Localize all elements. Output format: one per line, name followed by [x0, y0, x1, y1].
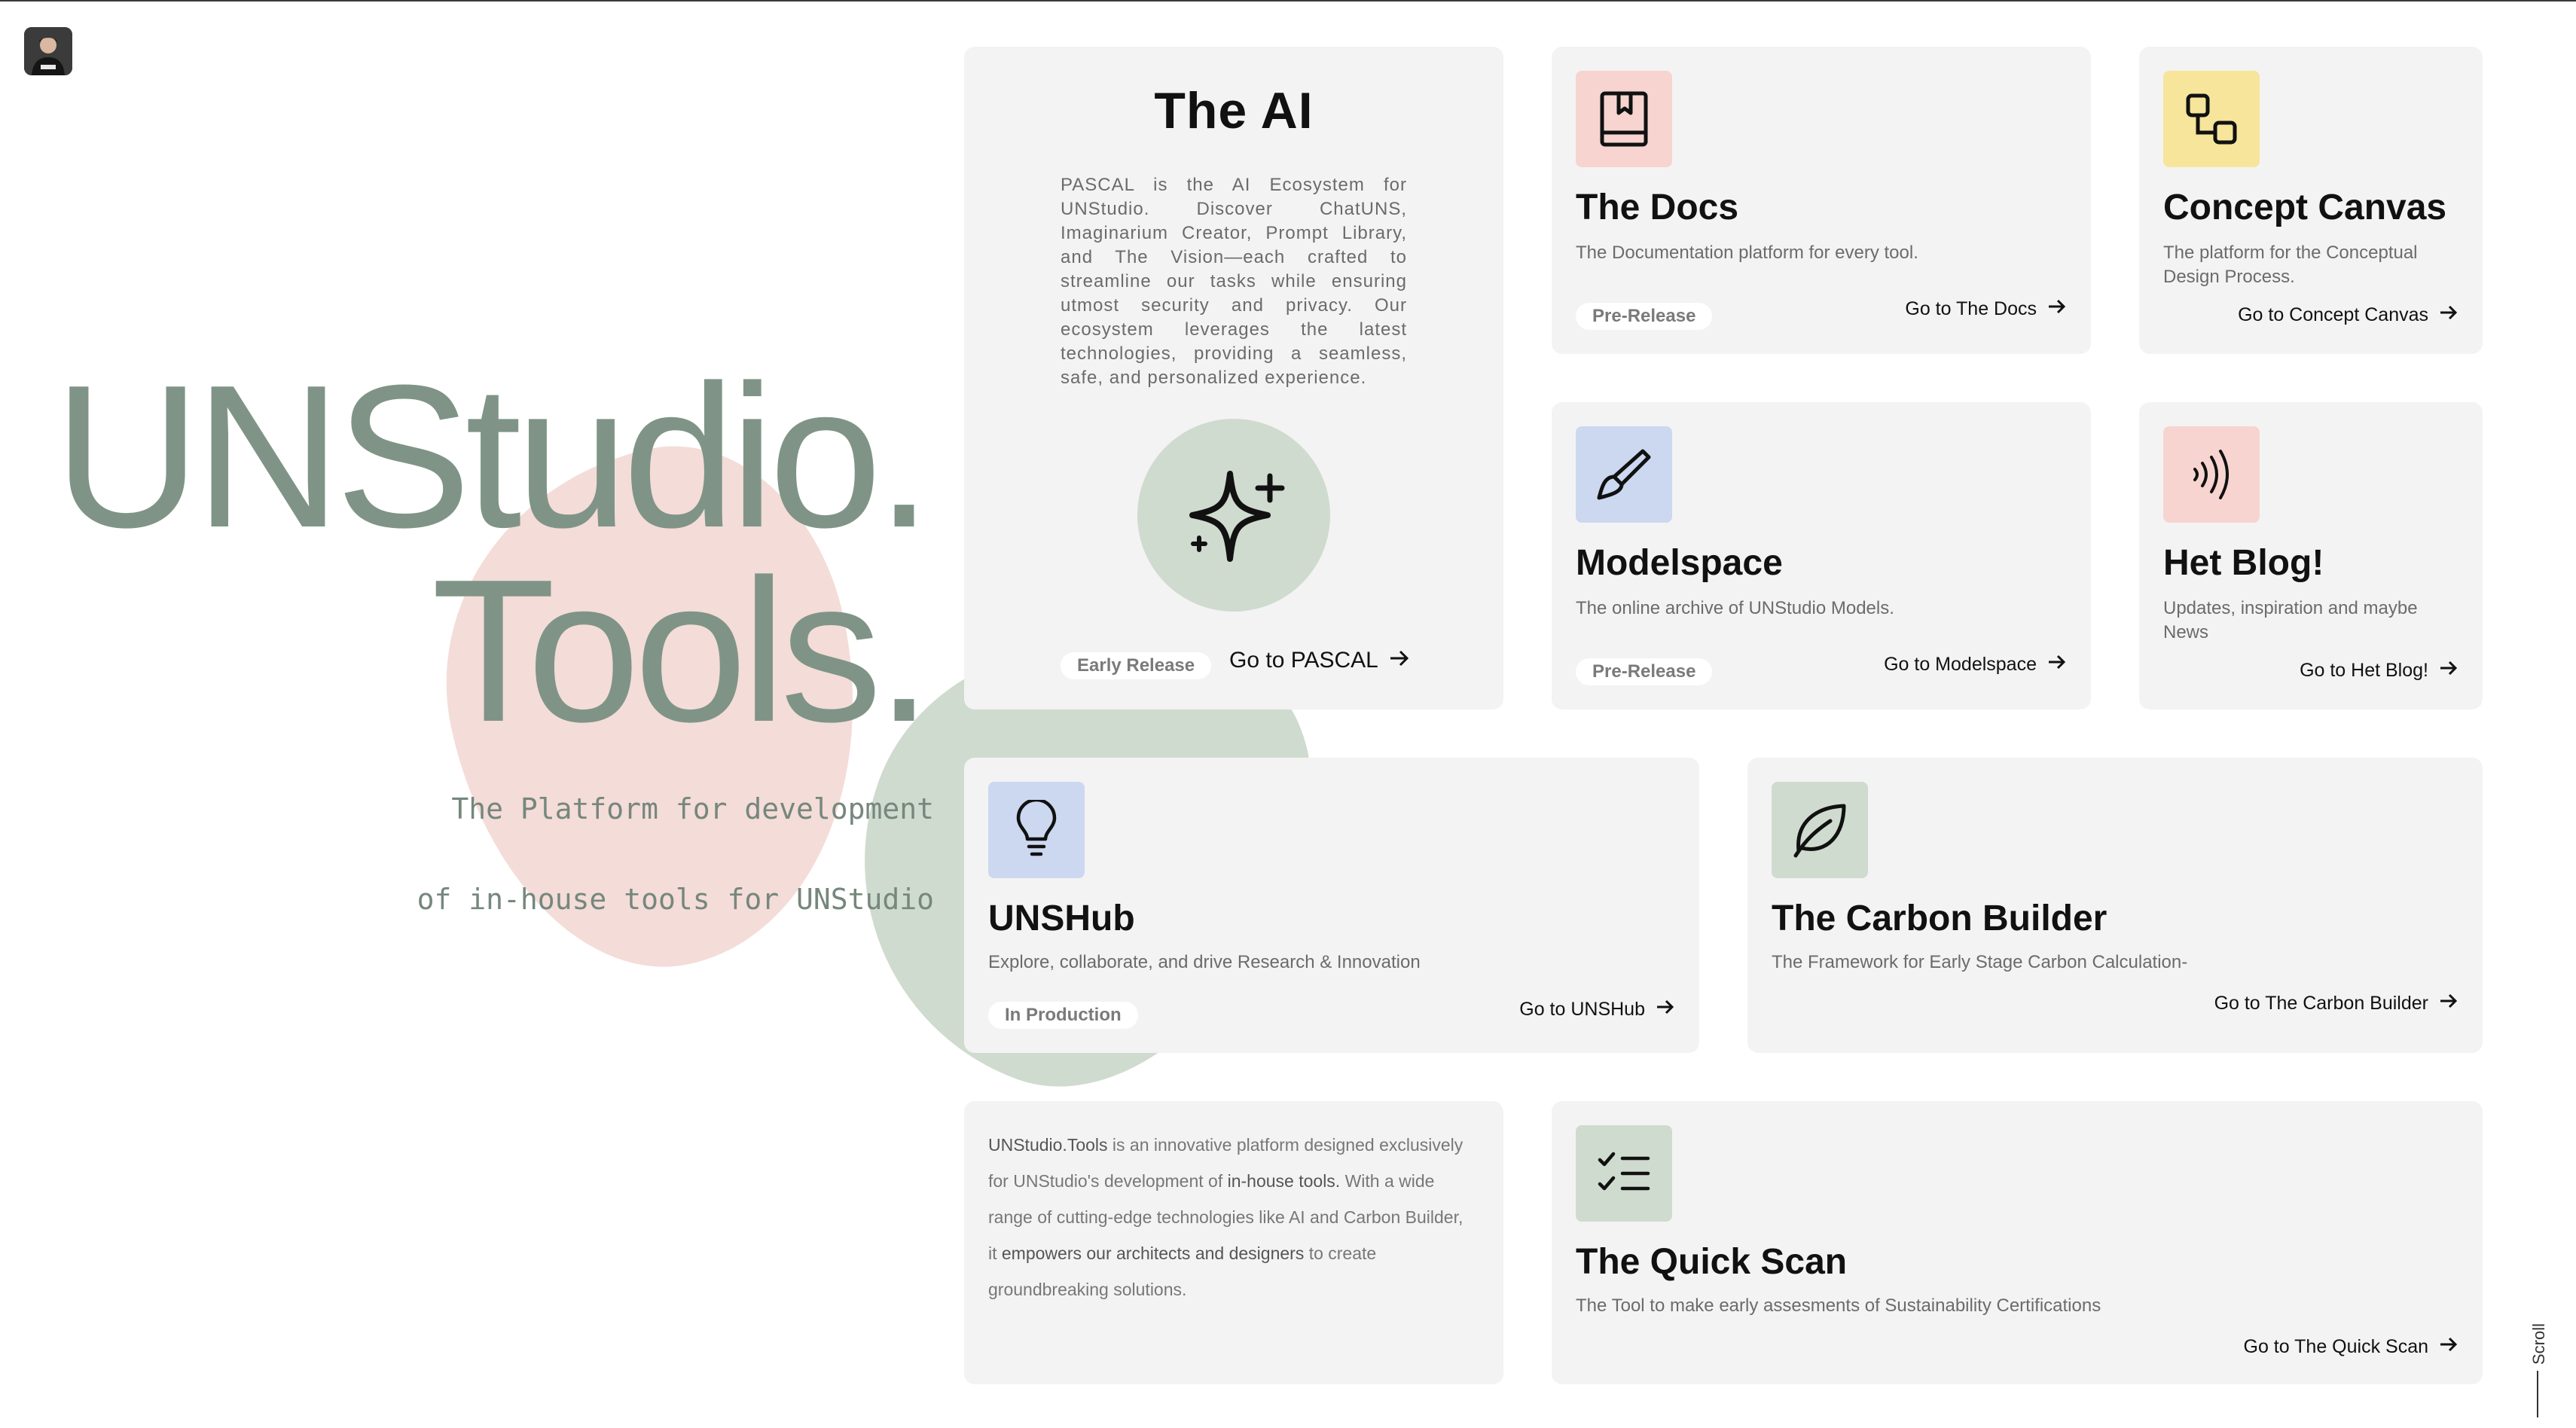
go-to-unshub-label: Go to UNSHub	[1519, 999, 1645, 1020]
modelspace-card: Modelspace The online archive of UNStudi…	[1552, 402, 2091, 709]
arrow-right-icon	[2439, 660, 2458, 682]
checklist-icon	[1598, 1152, 1650, 1191]
concept-icon-box	[2163, 71, 2260, 167]
go-to-carbon-label: Go to The Carbon Builder	[2214, 993, 2428, 1014]
broadcast-icon	[2193, 450, 2229, 499]
go-to-carbon-builder-link[interactable]: Go to The Carbon Builder	[2214, 993, 2458, 1015]
hero-title-line2: Tools.	[431, 538, 932, 764]
arrow-right-icon	[2439, 993, 2458, 1015]
leaf-icon	[1793, 804, 1846, 858]
carbon-icon-box	[1772, 782, 1868, 878]
concept-canvas-card: Concept Canvas The platform for the Conc…	[2139, 47, 2483, 354]
ai-card-description: PASCAL is the AI Ecosystem for UNStudio.…	[1061, 175, 1407, 388]
ai-card: The AI PASCAL is the AI Ecosystem for UN…	[964, 47, 1503, 709]
unshub-description: Explore, collaborate, and drive Research…	[988, 952, 1421, 972]
blog-card: Het Blog! Updates, inspiration and maybe…	[2139, 402, 2483, 709]
carbon-description: The Framework for Early Stage Carbon Cal…	[1772, 952, 2188, 972]
docs-status-badge: Pre-Release	[1576, 303, 1713, 330]
book-icon	[1600, 91, 1648, 147]
concept-description: The platform for the Conceptual Design P…	[2163, 243, 2418, 287]
docs-icon-box	[1576, 71, 1672, 167]
brush-icon	[1597, 449, 1651, 500]
go-to-modelspace-label: Go to Modelspace	[1884, 654, 2037, 675]
go-to-quickscan-label: Go to The Quick Scan	[2243, 1336, 2429, 1357]
go-to-modelspace-link[interactable]: Go to Modelspace	[1884, 654, 2067, 676]
go-to-docs-label: Go to The Docs	[1905, 298, 2037, 319]
lightbulb-icon	[1016, 800, 1057, 856]
quick-scan-card: The Quick Scan The Tool to make early as…	[1552, 1101, 2483, 1384]
docs-description: The Documentation platform for every too…	[1576, 243, 1918, 263]
quickscan-title: The Quick Scan	[1576, 1242, 1848, 1282]
sparkle-icon	[1189, 471, 1285, 562]
scroll-label: Scroll	[2529, 1323, 2548, 1365]
go-to-blog-link[interactable]: Go to Het Blog!	[2300, 660, 2458, 682]
quickscan-icon-box	[1576, 1125, 1672, 1222]
ai-card-title: The AI	[1154, 82, 1314, 139]
unshub-icon-box	[988, 782, 1085, 878]
hero-title-line1: UNStudio.	[53, 343, 932, 570]
go-to-docs-link[interactable]: Go to The Docs	[1905, 298, 2067, 320]
hero-subtitle-line1: The Platform for development	[451, 792, 934, 825]
unshub-card: UNSHub Explore, collaborate, and drive R…	[964, 758, 1699, 1053]
carbon-title: The Carbon Builder	[1772, 899, 2107, 938]
modelspace-status-badge: Pre-Release	[1576, 658, 1713, 685]
carbon-builder-card: The Carbon Builder The Framework for Ear…	[1747, 758, 2483, 1053]
go-to-concept-canvas-link[interactable]: Go to Concept Canvas	[2238, 304, 2458, 326]
arrow-right-icon	[2439, 304, 2458, 326]
connected-squares-icon	[2186, 93, 2237, 145]
modelspace-title: Modelspace	[1576, 543, 1783, 583]
scroll-line	[2537, 1371, 2538, 1417]
go-to-unshub-link[interactable]: Go to UNSHub	[1519, 999, 1675, 1021]
concept-title: Concept Canvas	[2163, 188, 2447, 227]
ai-status-badge: Early Release	[1061, 652, 1212, 679]
unshub-status-badge: In Production	[988, 1002, 1138, 1029]
go-to-pascal-label: Go to PASCAL	[1229, 648, 1378, 673]
blog-title: Het Blog!	[2163, 543, 2324, 583]
avatar-photo	[24, 27, 72, 75]
modelspace-icon-box	[1576, 426, 1672, 523]
arrow-right-icon	[1389, 648, 1410, 673]
arrow-right-icon	[2047, 654, 2067, 676]
blog-icon-box	[2163, 426, 2260, 523]
ai-sparkle-circle	[1137, 419, 1330, 612]
go-to-quick-scan-link[interactable]: Go to The Quick Scan	[2244, 1336, 2459, 1358]
about-card: UNStudio.Tools is an innovative platform…	[964, 1101, 1503, 1384]
go-to-blog-label: Go to Het Blog!	[2300, 660, 2428, 681]
quickscan-description: The Tool to make early assesments of Sus…	[1576, 1295, 2101, 1316]
arrow-right-icon	[2047, 298, 2067, 320]
scroll-indicator[interactable]: Scroll	[2528, 1312, 2550, 1417]
modelspace-description: The online archive of UNStudio Models.	[1576, 598, 1894, 618]
blog-description: Updates, inspiration and maybe News	[2163, 598, 2418, 642]
unshub-title: UNSHub	[988, 899, 1135, 938]
arrow-right-icon	[1656, 999, 1675, 1021]
docs-card: The Docs The Documentation platform for …	[1552, 47, 2091, 354]
go-to-concept-label: Go to Concept Canvas	[2238, 304, 2428, 325]
go-to-pascal-link[interactable]: Go to PASCAL	[1229, 648, 1410, 673]
arrow-right-icon	[2439, 1336, 2458, 1358]
user-avatar[interactable]	[24, 27, 72, 75]
about-text: UNStudio.Tools is an innovative platform…	[988, 1135, 1463, 1299]
docs-title: The Docs	[1576, 188, 1739, 227]
hero-subtitle-line2: of in-house tools for UNStudio	[417, 883, 934, 916]
